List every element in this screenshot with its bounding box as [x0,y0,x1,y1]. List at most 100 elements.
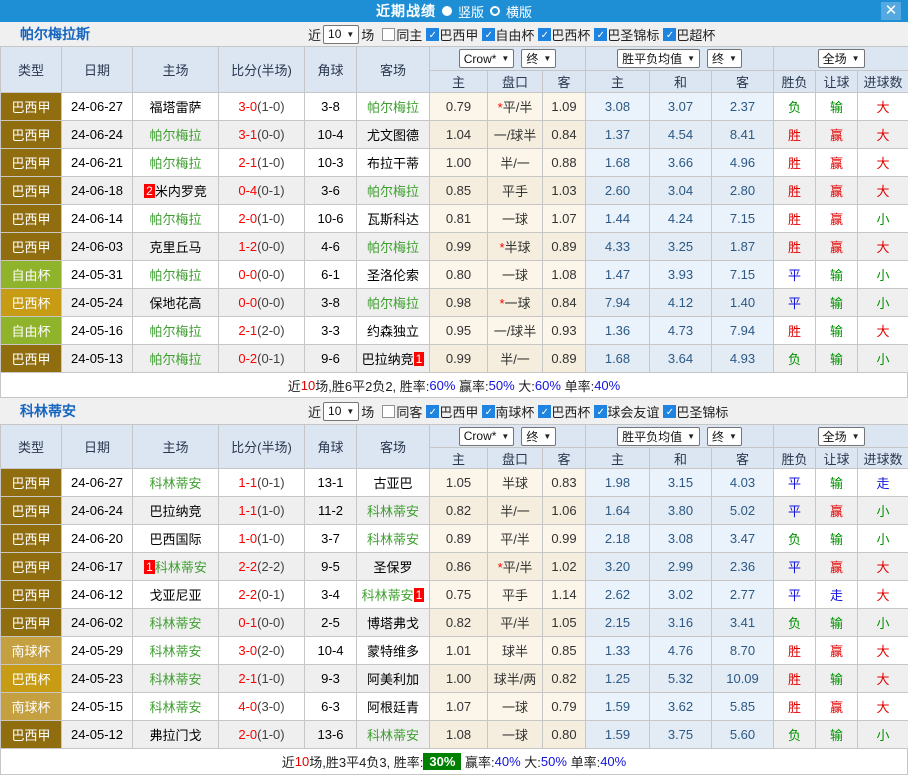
fulltime-score: 2-1 [238,155,257,170]
fulltime-score: 2-0 [238,727,257,742]
close-icon[interactable]: ✕ [881,2,901,20]
scope-select[interactable]: 全场▼ [818,49,865,68]
odds-group-header: Crow*▼ 终▼ [430,47,586,71]
same-venue-checkbox[interactable] [382,405,395,418]
europe-draw-odds: 3.80 [650,497,712,525]
asia-handicap: 一球 [488,205,543,233]
asia-final-select[interactable]: 终▼ [521,427,556,446]
europe-avg-select[interactable]: 胜平负均值▼ [617,49,700,68]
asia-away-odds: 1.02 [543,553,586,581]
home-team-name: 克里丘马 [149,240,201,255]
asia-handicap: 一/球半 [488,121,543,149]
fulltime-score: 0-0 [238,295,257,310]
result-handicap: 走 [816,581,858,609]
europe-avg-select[interactable]: 胜平负均值▼ [617,427,700,446]
match-date: 24-06-02 [62,609,133,637]
away-team-name: 帕尔梅拉 [367,296,419,311]
away-team: 阿美利加 [357,665,430,693]
summary-stat-value: 40% [495,754,521,769]
away-team: 阿根廷青 [357,693,430,721]
scope-select-value: 全场 [823,50,847,67]
halftime-score: (1-0) [257,211,284,226]
same-venue-label: 同主 [396,25,422,44]
match-date: 24-06-12 [62,581,133,609]
league-checkbox[interactable]: ✓ [482,28,495,41]
asia-handicap: *平/半 [488,553,543,581]
home-team: 科林蒂安 [133,469,219,497]
handicap-text: 一球 [505,296,531,311]
handicap-text: 半/一 [500,156,530,171]
chevron-down-icon: ▼ [852,432,860,441]
asia-handicap: 平/半 [488,525,543,553]
match-date: 24-06-14 [62,205,133,233]
league-checkbox[interactable]: ✓ [663,28,676,41]
score: 2-2(0-1) [219,581,305,609]
col-score: 比分(半场) [219,425,305,469]
home-team: 2米内罗竞 [133,177,219,205]
away-team-name: 瓦斯科达 [367,212,419,227]
near-label: 近 [308,25,321,44]
league-type-badge: 巴西甲 [1,177,62,205]
home-team-name: 帕尔梅拉 [149,324,201,339]
corner-count: 11-2 [305,497,357,525]
fulltime-score: 1-1 [238,475,257,490]
europe-draw-odds: 3.93 [650,261,712,289]
matches-table: 类型日期主场比分(半场)角球客场Crow*▼终▼胜平负均值▼终▼全场▼主盘口客主… [0,46,908,373]
europe-away-odds: 10.09 [712,665,774,693]
match-date: 24-06-21 [62,149,133,177]
asia-home-odds: 1.04 [430,121,488,149]
section-summary: 近10场,胜6平2负2, 胜率:60% 赢率:50% 大:60% 单率:40% [0,373,908,398]
league-checkbox[interactable]: ✓ [594,405,607,418]
match-count-select[interactable]: 10▼ [323,25,359,44]
same-venue-checkbox[interactable] [382,28,395,41]
match-row: 巴西甲24-06-21帕尔梅拉2-1(1-0)10-3布拉干蒂1.00半/一0.… [1,149,908,177]
away-team-name: 布拉干蒂 [367,156,419,171]
summary-count: 10 [301,378,315,393]
league-checkbox[interactable]: ✓ [538,405,551,418]
handicap-text: 一球 [502,268,528,283]
match-count-select[interactable]: 10▼ [323,402,359,421]
match-row: 巴西甲24-06-20巴西国际1-0(1-0)3-7科林蒂安0.89平/半0.9… [1,525,908,553]
home-team: 帕尔梅拉 [133,317,219,345]
match-row: 巴西甲24-06-14帕尔梅拉2-0(1-0)10-6瓦斯科达0.81一球1.0… [1,205,908,233]
league-checkbox[interactable]: ✓ [482,405,495,418]
col-corner: 角球 [305,425,357,469]
asia-handicap: 一球 [488,261,543,289]
league-checkbox[interactable]: ✓ [538,28,551,41]
score: 2-1(2-0) [219,317,305,345]
scope-select[interactable]: 全场▼ [818,427,865,446]
league-checkbox[interactable]: ✓ [594,28,607,41]
handicap-text: 一/球半 [494,128,537,143]
radio-horizontal[interactable] [490,6,500,16]
europe-home-odds: 1.68 [586,149,650,177]
home-team: 科林蒂安 [133,637,219,665]
asia-away-odds: 0.89 [543,345,586,373]
league-checkbox[interactable]: ✓ [663,405,676,418]
europe-home-odds: 2.18 [586,525,650,553]
bookmaker-select[interactable]: Crow*▼ [459,49,515,68]
league-checkbox[interactable]: ✓ [426,405,439,418]
asia-home-odds: 0.86 [430,553,488,581]
europe-final-select[interactable]: 终▼ [707,49,742,68]
asia-final-select-value: 终 [526,428,538,445]
result-wdl: 平 [774,553,816,581]
europe-away-odds: 5.60 [712,721,774,749]
chevron-down-icon: ▼ [687,54,695,63]
result-handicap: 输 [816,721,858,749]
bookmaker-select[interactable]: Crow*▼ [459,427,515,446]
asia-final-select[interactable]: 终▼ [521,49,556,68]
fulltime-score: 2-2 [238,559,257,574]
europe-final-select[interactable]: 终▼ [707,427,742,446]
result-handicap: 赢 [816,121,858,149]
home-team-name: 帕尔梅拉 [149,352,201,367]
radio-vertical-selected[interactable] [442,6,452,16]
radio-vertical-label[interactable]: 竖版 [458,2,484,21]
match-date: 24-06-27 [62,93,133,121]
match-date: 24-06-20 [62,525,133,553]
radio-horizontal-label[interactable]: 横版 [506,2,532,21]
away-team-name: 博塔弗戈 [367,616,419,631]
europe-avg-select-value: 胜平负均值 [622,428,682,445]
summary-stat-label: 赢率: [455,376,488,395]
league-checkbox[interactable]: ✓ [426,28,439,41]
europe-away-odds: 8.41 [712,121,774,149]
